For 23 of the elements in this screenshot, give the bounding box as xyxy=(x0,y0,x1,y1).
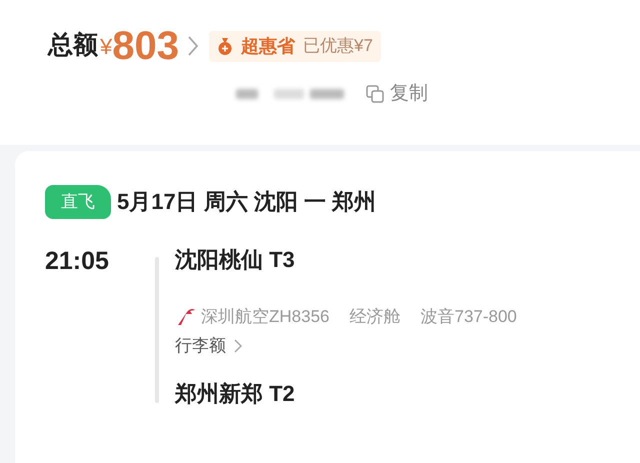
blurred-order-number xyxy=(310,89,344,100)
baggage-link[interactable]: 行李额 xyxy=(175,333,226,358)
airline-flight-number: 深圳航空ZH8356 xyxy=(201,306,330,328)
direct-flight-tag: 直飞 xyxy=(45,185,111,218)
copy-icon[interactable] xyxy=(366,85,384,104)
blurred-order-number xyxy=(274,89,304,100)
money-bag-icon xyxy=(217,37,233,55)
flight-title: 5月17日 周六 沈阳 一 郑州 xyxy=(117,188,376,216)
total-label: 总额 xyxy=(48,30,98,62)
currency-symbol: ¥ xyxy=(100,32,112,60)
blurred-order-number xyxy=(236,89,258,100)
departure-time: 21:05 xyxy=(45,246,110,276)
arrival-airport: 郑州新郑 T2 xyxy=(175,380,296,408)
chevron-right-icon[interactable] xyxy=(234,338,242,353)
total-amount: 803 xyxy=(112,26,179,66)
chevron-right-icon[interactable] xyxy=(187,35,199,57)
promo-label: 超惠省 xyxy=(241,34,295,58)
aircraft-type: 波音737-800 xyxy=(420,306,517,328)
cabin-class: 经济舱 xyxy=(349,306,400,328)
saved-amount: 已优惠¥7 xyxy=(303,35,373,58)
copy-link[interactable]: 复制 xyxy=(390,80,428,108)
airline-logo-icon xyxy=(175,306,197,326)
departure-airport: 沈阳桃仙 T3 xyxy=(175,246,296,274)
